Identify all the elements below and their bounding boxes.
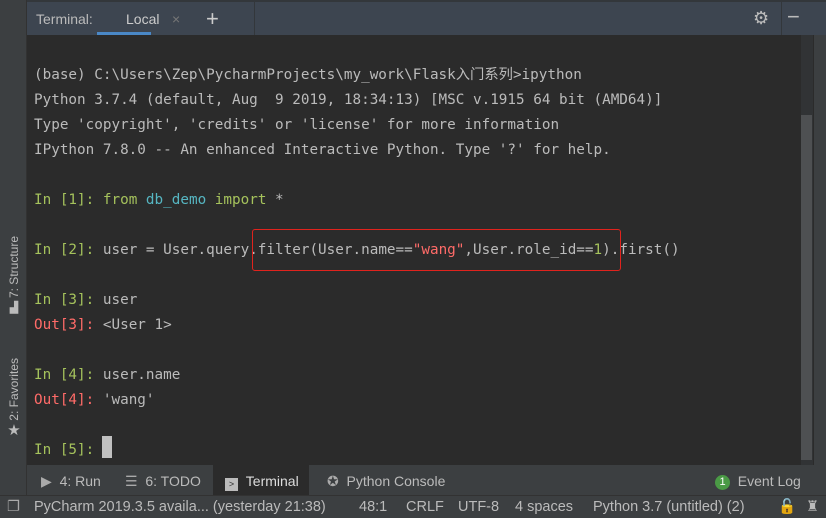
inspector-icon[interactable]: ♜ — [806, 496, 819, 518]
terminal-output[interactable]: (base) C:\Users\Zep\PycharmProjects\my_w… — [27, 35, 801, 465]
terminal-line: IPython 7.8.0 -- An enhanced Interactive… — [34, 142, 611, 158]
notification-badge: 1 — [715, 475, 730, 490]
play-icon: ▶ — [41, 473, 52, 489]
terminal-title: Terminal: — [36, 11, 93, 27]
tool-terminal[interactable]: > Terminal — [213, 465, 309, 497]
add-tab-button[interactable]: + — [206, 6, 219, 32]
python-icon: ✪ — [327, 473, 339, 489]
terminal-line: (base) C:\Users\Zep\PycharmProjects\my_w… — [34, 67, 582, 83]
divider — [254, 2, 255, 35]
text-cursor — [102, 436, 112, 458]
status-bar: ❐ PyCharm 2019.3.5 availa... (yesterday … — [0, 495, 826, 517]
scrollbar[interactable] — [801, 35, 826, 465]
encoding[interactable]: UTF-8 — [458, 496, 499, 518]
terminal-line: Python 3.7.4 (default, Aug 9 2019, 18:34… — [34, 92, 663, 108]
lock-icon[interactable]: 🔓 — [778, 496, 796, 518]
line-separator[interactable]: CRLF — [406, 496, 444, 518]
tool-todo[interactable]: ☰ 6: TODO — [119, 465, 207, 497]
output-line-3: Out[3]: <User 1> — [34, 317, 172, 333]
window-icon[interactable]: ❐ — [7, 496, 20, 518]
input-line-4: In [4]: user.name — [34, 367, 181, 383]
status-message[interactable]: PyCharm 2019.3.5 availa... (yesterday 21… — [34, 496, 326, 518]
scrollbar-thumb[interactable] — [801, 115, 812, 460]
tool-run[interactable]: ▶ 4: Run — [35, 465, 107, 497]
gear-icon[interactable]: ⚙ — [753, 8, 769, 29]
minus-icon[interactable]: − — [787, 4, 800, 30]
input-line-3: In [3]: user — [34, 292, 138, 308]
interpreter[interactable]: Python 3.7 (untitled) (2) — [593, 496, 745, 518]
indent[interactable]: 4 spaces — [515, 496, 573, 518]
star-icon: ★ — [7, 421, 21, 439]
highlight-box — [252, 229, 621, 271]
caret-position[interactable]: 48:1 — [359, 496, 387, 518]
structure-tab[interactable]: 7: Structure ▟ — [3, 236, 25, 314]
terminal-line: Type 'copyright', 'credits' or 'license'… — [34, 117, 560, 133]
output-line-4: Out[4]: 'wang' — [34, 392, 155, 408]
event-log-button[interactable]: 1 Event Log — [715, 465, 801, 497]
divider — [781, 2, 782, 35]
list-icon: ☰ — [125, 473, 138, 489]
left-tool-strip: 7: Structure ▟ 2: Favorites ★ — [0, 0, 27, 495]
terminal-header: Terminal: Local × + ⚙ − — [27, 0, 826, 35]
tool-python-console[interactable]: ✪ Python Console — [321, 465, 451, 497]
tab-local-label: Local — [126, 11, 160, 27]
structure-icon: ▟ — [9, 302, 19, 315]
terminal-icon: > — [225, 478, 238, 491]
close-icon[interactable]: × — [172, 11, 180, 27]
favorites-tab[interactable]: 2: Favorites ★ — [3, 358, 25, 439]
input-line-5: In [5]: — [34, 442, 103, 458]
input-line-1: In [1]: from db_demo import * — [34, 192, 284, 208]
tool-window-bar: ▶ 4: Run ☰ 6: TODO > Terminal ✪ Python C… — [27, 465, 826, 497]
